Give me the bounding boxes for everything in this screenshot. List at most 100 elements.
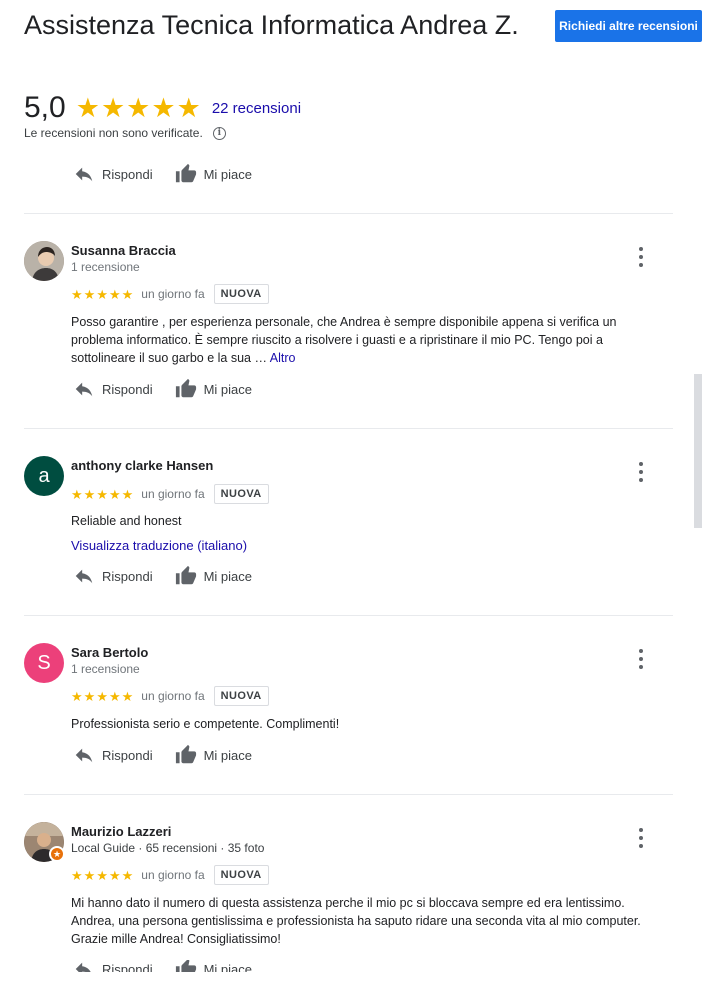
new-badge: NUOVA (213, 284, 269, 304)
like-button[interactable]: Mi piace (175, 960, 252, 972)
like-button[interactable]: Mi piace (175, 565, 252, 587)
reply-button[interactable]: Rispondi (73, 163, 153, 185)
review-stars: ★ ★ ★ ★ ★ (71, 288, 134, 301)
request-more-reviews-button[interactable]: Richiedi altre recensioni (555, 10, 702, 42)
more-options-icon[interactable] (634, 649, 648, 669)
like-label: Mi piace (203, 961, 253, 973)
more-options-icon[interactable] (634, 462, 648, 482)
star-icon: ★ (83, 286, 96, 302)
star-icon: ★ (83, 688, 96, 704)
review-rating-row: ★ ★ ★ ★ ★ un giorno fa NUOVA (71, 484, 269, 504)
star-icon: ★ (121, 486, 134, 502)
star-icon: ★ (108, 867, 121, 883)
reply-label: Rispondi (102, 961, 153, 973)
reviewer-name[interactable]: Susanna Braccia (71, 243, 176, 258)
review-rating-row: ★ ★ ★ ★ ★ un giorno fa NUOVA (71, 284, 269, 304)
star-icon: ★ (108, 688, 121, 704)
avatar[interactable] (24, 241, 64, 281)
owner-actions: Rispondi Mi piace (73, 163, 252, 185)
reply-label: Rispondi (102, 568, 153, 584)
thumbs-up-icon (175, 378, 197, 400)
more-link[interactable]: Altro (270, 351, 296, 365)
like-button[interactable]: Mi piace (175, 744, 252, 766)
like-button[interactable]: Mi piace (175, 378, 252, 400)
rating-summary: 5,0 ★ ★ ★ ★ ★ 22 recensioni (24, 90, 301, 126)
reply-icon (73, 378, 95, 400)
review-stars: ★ ★ ★ ★ ★ (71, 488, 134, 501)
review-actions: Rispondi Mi piace (73, 565, 252, 587)
reviewer-meta: 1 recensione (71, 260, 140, 274)
like-label: Mi piace (203, 166, 253, 182)
info-icon[interactable]: i (212, 126, 226, 140)
new-badge: NUOVA (213, 686, 269, 706)
rating-stars: ★ ★ ★ ★ ★ (75, 92, 202, 123)
star-icon: ★ (71, 486, 83, 502)
business-header: Assistenza Tecnica Informatica Andrea Z.… (24, 0, 714, 150)
reply-button[interactable]: Rispondi (73, 960, 153, 972)
profile-photo (24, 241, 64, 281)
review-text-body: Posso garantire , per esperienza persona… (71, 315, 617, 365)
star-icon: ★ (71, 688, 83, 704)
reply-button[interactable]: Rispondi (73, 378, 153, 400)
star-icon: ★ (96, 286, 108, 302)
review-card: ★ Maurizio Lazzeri Local Guide · 65 rece… (24, 822, 684, 962)
reviewer-name[interactable]: Sara Bertolo (71, 645, 148, 660)
like-button[interactable]: Mi piace (175, 163, 252, 185)
thumbs-up-icon (175, 565, 197, 587)
more-options-icon[interactable] (634, 247, 648, 267)
avatar-letter: S (37, 651, 51, 674)
reviewer-meta: 1 recensione (71, 662, 140, 676)
review-stars: ★ ★ ★ ★ ★ (71, 690, 134, 703)
like-label: Mi piace (203, 747, 253, 763)
translate-link[interactable]: Visualizza traduzione (italiano) (71, 538, 247, 553)
review-date: un giorno fa (141, 689, 205, 703)
review-date: un giorno fa (141, 287, 205, 301)
star-icon: ★ (108, 286, 121, 302)
avatar-letter: a (38, 464, 50, 487)
star-icon: ★ (176, 92, 201, 123)
star-icon: ★ (71, 286, 83, 302)
star-icon: ★ (108, 486, 121, 502)
unverified-notice: Le recensioni non sono verificate. i (24, 126, 226, 140)
reply-label: Rispondi (102, 747, 153, 763)
avatar[interactable]: ★ (24, 822, 65, 862)
thumbs-up-icon (175, 163, 197, 185)
reply-label: Rispondi (102, 166, 153, 182)
star-icon: ★ (83, 486, 96, 502)
like-label: Mi piace (203, 381, 253, 397)
review-actions: Rispondi Mi piace (73, 378, 252, 400)
unverified-text: Le recensioni non sono verificate. (24, 126, 203, 140)
reviewer-name[interactable]: Maurizio Lazzeri (71, 824, 171, 839)
star-icon: ★ (83, 867, 96, 883)
reply-icon (73, 960, 95, 972)
star-icon: ★ (75, 92, 100, 123)
reply-label: Rispondi (102, 381, 153, 397)
review-text: Reliable and honest (71, 514, 182, 528)
reply-icon (73, 744, 95, 766)
reviewer-name[interactable]: anthony clarke Hansen (71, 458, 213, 473)
avatar[interactable]: S (24, 643, 64, 683)
divider (24, 615, 673, 616)
reply-button[interactable]: Rispondi (73, 744, 153, 766)
divider (24, 794, 673, 795)
scrollbar-thumb[interactable] (694, 374, 702, 528)
star-icon: ★ (96, 486, 108, 502)
star-icon: ★ (71, 867, 83, 883)
star-icon: ★ (96, 867, 108, 883)
review-actions: Rispondi Mi piace (73, 960, 252, 972)
more-options-icon[interactable] (634, 828, 648, 848)
star-icon: ★ (121, 867, 134, 883)
rating-value: 5,0 (24, 91, 66, 124)
reply-button[interactable]: Rispondi (73, 565, 153, 587)
business-title: Assistenza Tecnica Informatica Andrea Z. (24, 10, 519, 40)
review-text: Posso garantire , per esperienza persona… (71, 313, 671, 367)
thumbs-up-icon (175, 744, 197, 766)
star-icon: ★ (151, 92, 176, 123)
star-icon: ★ (121, 688, 134, 704)
star-icon: ★ (96, 688, 108, 704)
divider (24, 213, 673, 214)
review-rating-row: ★ ★ ★ ★ ★ un giorno fa NUOVA (71, 686, 269, 706)
local-guide-star-icon: ★ (49, 846, 65, 862)
reviews-count-link[interactable]: 22 recensioni (212, 100, 301, 117)
avatar[interactable]: a (24, 456, 64, 496)
